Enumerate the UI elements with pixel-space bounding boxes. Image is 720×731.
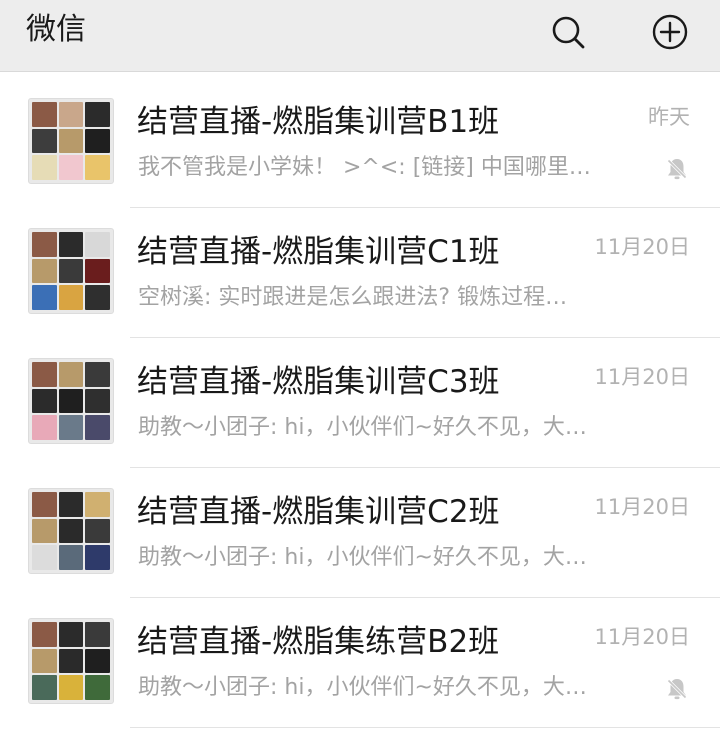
chat-preview: 我不管我是小学妹！ >^<: [链接] 中国哪里… [138, 155, 591, 180]
chat-time: 11月20日 [594, 235, 690, 259]
chat-time: 11月20日 [594, 625, 690, 649]
avatar-photo [32, 648, 57, 674]
avatar-photo [32, 518, 57, 544]
chat-row[interactable]: 结营直播-燃脂集训营C3班 11月20日 助教～小团子: hi，小伙伴们~好久不… [0, 338, 720, 468]
chat-preview: 空树溪: 实时跟进是怎么跟进法? 锻炼过程… [138, 285, 568, 310]
avatar-photo [85, 622, 110, 647]
chat-name: 结营直播-燃脂集训营C2班 [137, 494, 500, 530]
avatar-photo [85, 155, 110, 180]
mute-bell-icon [664, 676, 690, 702]
avatar-photo [58, 128, 84, 154]
chat-row[interactable]: 结营直播-燃脂集训营C1班 11月20日 空树溪: 实时跟进是怎么跟进法? 锻炼… [0, 208, 720, 338]
avatar-photo [85, 285, 110, 310]
avatar-photo [32, 675, 57, 700]
chat-name: 结营直播-燃脂集训营B1班 [137, 104, 500, 140]
row-divider [130, 727, 720, 728]
avatar-photo [58, 258, 84, 284]
avatar-photo [58, 622, 84, 647]
avatar-photo [85, 232, 110, 257]
avatar-photo [58, 388, 84, 414]
avatar-photo [58, 232, 84, 257]
avatar-photo [32, 258, 57, 284]
group-avatar [28, 228, 114, 314]
chat-time: 昨天 [648, 105, 690, 129]
chat-row[interactable]: 结营直播-燃脂集训营C2班 11月20日 助教～小团子: hi，小伙伴们~好久不… [0, 468, 720, 598]
avatar-photo [85, 545, 110, 570]
avatar-photo [85, 518, 110, 544]
avatar-photo [32, 622, 57, 647]
avatar-photo [58, 492, 84, 517]
avatar-photo [85, 362, 110, 387]
avatar-photo [58, 648, 84, 674]
chat-preview: 助教～小团子: hi，小伙伴们~好久不见，大… [138, 415, 587, 440]
chat-time: 11月20日 [594, 495, 690, 519]
app-title: 微信 [26, 12, 86, 47]
avatar-photo [32, 232, 57, 257]
chat-name: 结营直播-燃脂集练营B2班 [137, 624, 500, 660]
group-avatar [28, 98, 114, 184]
avatar-photo [58, 675, 84, 700]
chat-row[interactable]: 结营直播-燃脂集练营B2班 11月20日 助教～小团子: hi，小伙伴们~好久不… [0, 598, 720, 728]
avatar-photo [32, 388, 57, 414]
avatar-photo [32, 362, 57, 387]
avatar-photo [32, 155, 57, 180]
avatar-photo [85, 415, 110, 440]
avatar-photo [58, 155, 84, 180]
avatar-photo [85, 388, 110, 414]
avatar-photo [85, 258, 110, 284]
avatar-photo [85, 128, 110, 154]
avatar-photo [32, 285, 57, 310]
group-avatar [28, 358, 114, 444]
avatar-photo [85, 648, 110, 674]
top-bar: 微信 [0, 0, 720, 72]
chat-name: 结营直播-燃脂集训营C1班 [137, 234, 500, 270]
avatar-photo [58, 102, 84, 127]
group-avatar [28, 488, 114, 574]
avatar-photo [58, 545, 84, 570]
chat-time: 11月20日 [594, 365, 690, 389]
chat-preview: 助教～小团子: hi，小伙伴们~好久不见，大… [138, 545, 587, 570]
avatar-photo [58, 285, 84, 310]
chat-preview: 助教～小团子: hi，小伙伴们~好久不见，大… [138, 675, 587, 700]
chat-name: 结营直播-燃脂集训营C3班 [137, 364, 500, 400]
avatar-photo [58, 518, 84, 544]
add-icon[interactable] [650, 12, 690, 52]
avatar-photo [58, 415, 84, 440]
avatar-photo [85, 675, 110, 700]
avatar-photo [85, 102, 110, 127]
search-icon[interactable] [548, 12, 588, 52]
avatar-photo [32, 415, 57, 440]
avatar-photo [32, 102, 57, 127]
avatar-photo [32, 128, 57, 154]
chat-list: 结营直播-燃脂集训营B1班 昨天 我不管我是小学妹！ >^<: [链接] 中国哪… [0, 78, 720, 728]
avatar-photo [58, 362, 84, 387]
avatar-photo [32, 545, 57, 570]
group-avatar [28, 618, 114, 704]
chat-row[interactable]: 结营直播-燃脂集训营B1班 昨天 我不管我是小学妹！ >^<: [链接] 中国哪… [0, 78, 720, 208]
mute-bell-icon [664, 156, 690, 182]
avatar-photo [32, 492, 57, 517]
avatar-photo [85, 492, 110, 517]
